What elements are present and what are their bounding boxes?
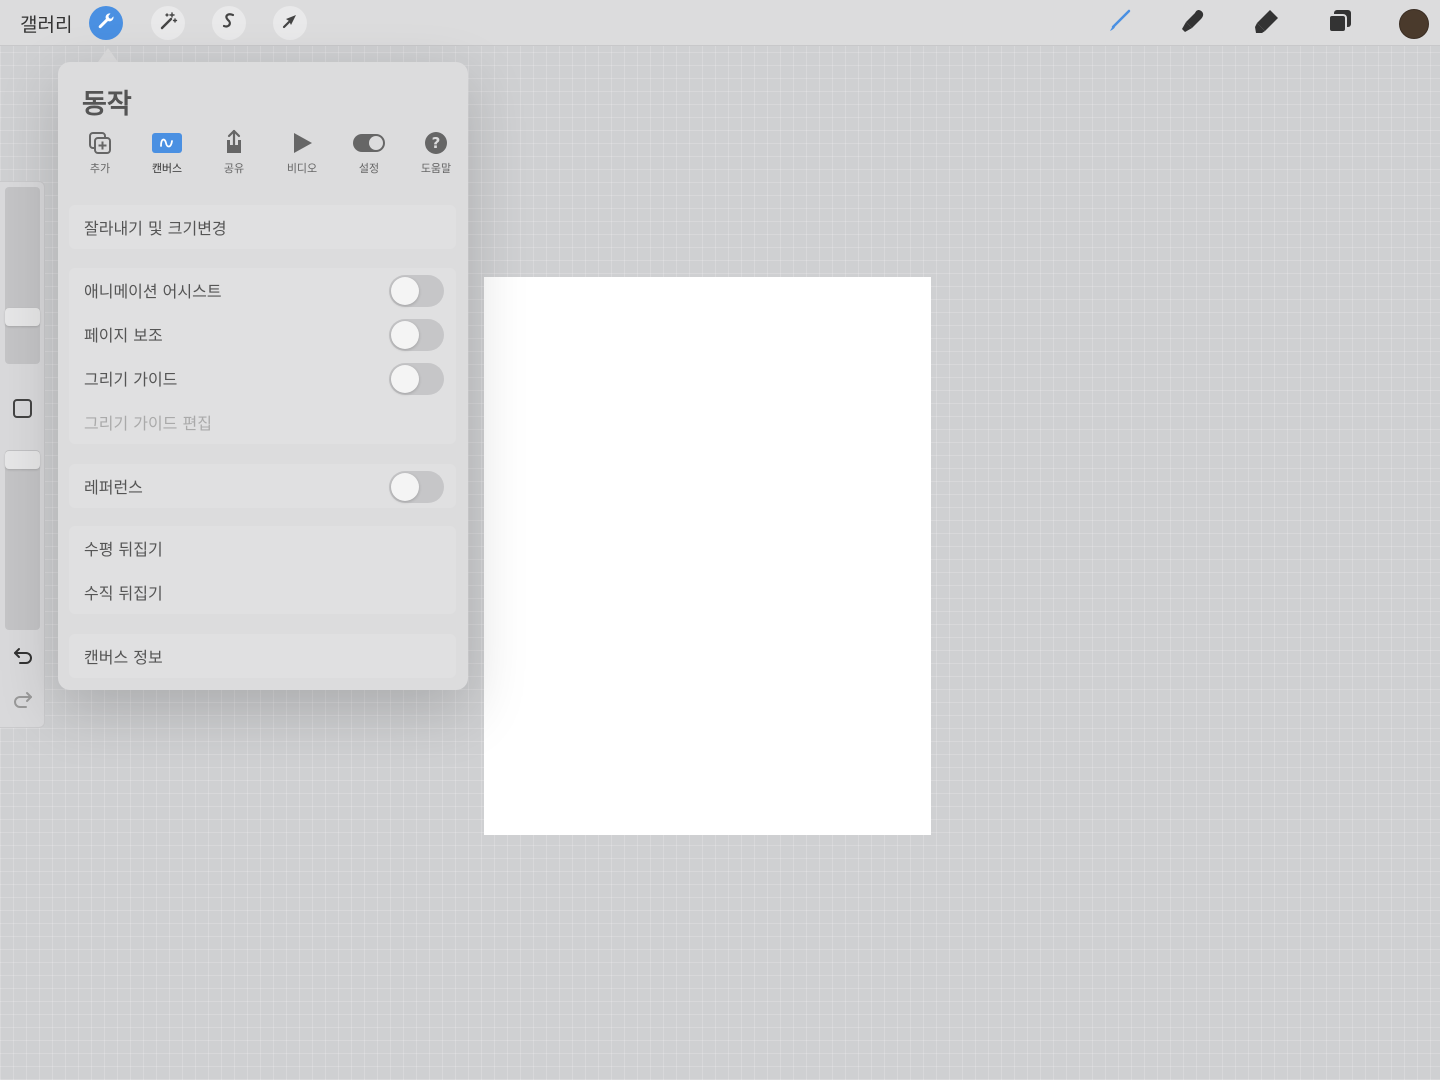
color-picker-button[interactable] [1399, 9, 1429, 39]
actions-popover: 동작 추가 캔버스 공유 비디오 설정 ? 도움말 잘라내기 및 크기변경 애니… [58, 62, 468, 690]
canvas-info-row[interactable]: 캔버스 정보 [69, 634, 456, 678]
smudge-tool[interactable] [1177, 7, 1209, 39]
flip-vertical-row[interactable]: 수직 뒤집기 [69, 570, 456, 614]
toggle-knob [391, 473, 419, 501]
canvas-icon [135, 128, 199, 158]
svg-text:?: ? [432, 134, 441, 152]
transform-button[interactable] [273, 6, 307, 40]
brush-size-slider[interactable] [5, 187, 40, 364]
reference-group: 레퍼런스 [69, 464, 456, 508]
tab-video[interactable]: 비디오 [270, 128, 334, 176]
reference-toggle[interactable] [389, 471, 444, 503]
magic-wand-icon [158, 11, 178, 35]
toggle-knob [391, 321, 419, 349]
eraser-tool[interactable] [1251, 7, 1283, 39]
top-toolbar: 갤러리 [0, 0, 1440, 46]
tab-share-label: 공유 [223, 162, 245, 175]
flip-horizontal-row[interactable]: 수평 뒤집기 [69, 526, 456, 570]
brush-size-slider-thumb[interactable] [5, 308, 40, 326]
drawing-canvas[interactable] [484, 277, 931, 835]
help-icon: ? [404, 128, 468, 158]
redo-button[interactable] [11, 689, 35, 713]
selection-s-icon [219, 11, 239, 35]
crop-resize-row[interactable]: 잘라내기 및 크기변경 [69, 205, 456, 249]
tab-add[interactable]: 추가 [68, 128, 132, 176]
gallery-button[interactable]: 갤러리 [20, 10, 72, 37]
layers-tool[interactable] [1324, 7, 1356, 39]
assist-group: 애니메이션 어시스트 페이지 보조 그리기 가이드 그리기 가이드 편집 [69, 268, 456, 444]
tab-settings[interactable]: 설정 [337, 128, 401, 176]
popover-title: 동작 [82, 89, 132, 120]
animation-assist-toggle[interactable] [389, 275, 444, 307]
flip-group: 수평 뒤집기 수직 뒤집기 [69, 526, 456, 614]
toggle-knob [391, 277, 419, 305]
drawing-guide-toggle[interactable] [389, 363, 444, 395]
flip-vertical-label: 수직 뒤집기 [84, 584, 163, 603]
toggle-knob [391, 365, 419, 393]
tab-help[interactable]: ? 도움말 [404, 128, 468, 176]
crop-group: 잘라내기 및 크기변경 [69, 205, 456, 249]
tab-help-label: 도움말 [420, 162, 452, 175]
actions-tabs: 추가 캔버스 공유 비디오 설정 ? 도움말 [68, 128, 458, 180]
page-assist-toggle[interactable] [389, 319, 444, 351]
undo-icon [12, 644, 34, 670]
video-play-icon [270, 128, 334, 158]
brush-icon [1107, 8, 1133, 38]
share-icon [202, 128, 266, 158]
drawing-guide-row: 그리기 가이드 [69, 356, 456, 400]
flip-horizontal-label: 수평 뒤집기 [84, 540, 163, 559]
brush-tool[interactable] [1104, 7, 1136, 39]
settings-toggle-icon [337, 128, 401, 158]
reference-row: 레퍼런스 [69, 464, 456, 508]
tab-share[interactable]: 공유 [202, 128, 266, 176]
animation-assist-row: 애니메이션 어시스트 [69, 268, 456, 312]
transform-arrow-icon [280, 11, 300, 35]
adjustments-button[interactable] [151, 6, 185, 40]
tab-canvas[interactable]: 캔버스 [135, 128, 199, 176]
reference-label: 레퍼런스 [84, 478, 143, 497]
modify-button[interactable] [13, 399, 32, 418]
selection-button[interactable] [212, 6, 246, 40]
add-icon [68, 128, 132, 158]
canvas-info-label: 캔버스 정보 [84, 648, 163, 667]
eraser-icon [1253, 7, 1281, 39]
tab-canvas-label: 캔버스 [151, 162, 183, 175]
undo-button[interactable] [11, 645, 35, 669]
actions-wrench-button[interactable] [89, 6, 123, 40]
left-sidebar [0, 181, 45, 728]
edit-drawing-guide-row: 그리기 가이드 편집 [69, 400, 456, 444]
tab-add-label: 추가 [89, 162, 111, 175]
layers-icon [1326, 7, 1354, 39]
tab-video-label: 비디오 [286, 162, 318, 175]
redo-icon [12, 688, 34, 714]
wrench-icon [96, 11, 116, 35]
page-assist-row: 페이지 보조 [69, 312, 456, 356]
drawing-guide-label: 그리기 가이드 [84, 370, 178, 389]
smudge-icon [1179, 7, 1207, 39]
popover-arrow [98, 48, 118, 62]
animation-assist-label: 애니메이션 어시스트 [84, 282, 222, 301]
opacity-slider-thumb[interactable] [5, 451, 40, 469]
page-assist-label: 페이지 보조 [84, 326, 163, 345]
tab-settings-label: 설정 [358, 162, 380, 175]
edit-drawing-guide-label: 그리기 가이드 편집 [84, 414, 212, 433]
crop-resize-label: 잘라내기 및 크기변경 [84, 219, 227, 238]
opacity-slider[interactable] [5, 450, 40, 630]
canvas-info-group: 캔버스 정보 [69, 634, 456, 678]
